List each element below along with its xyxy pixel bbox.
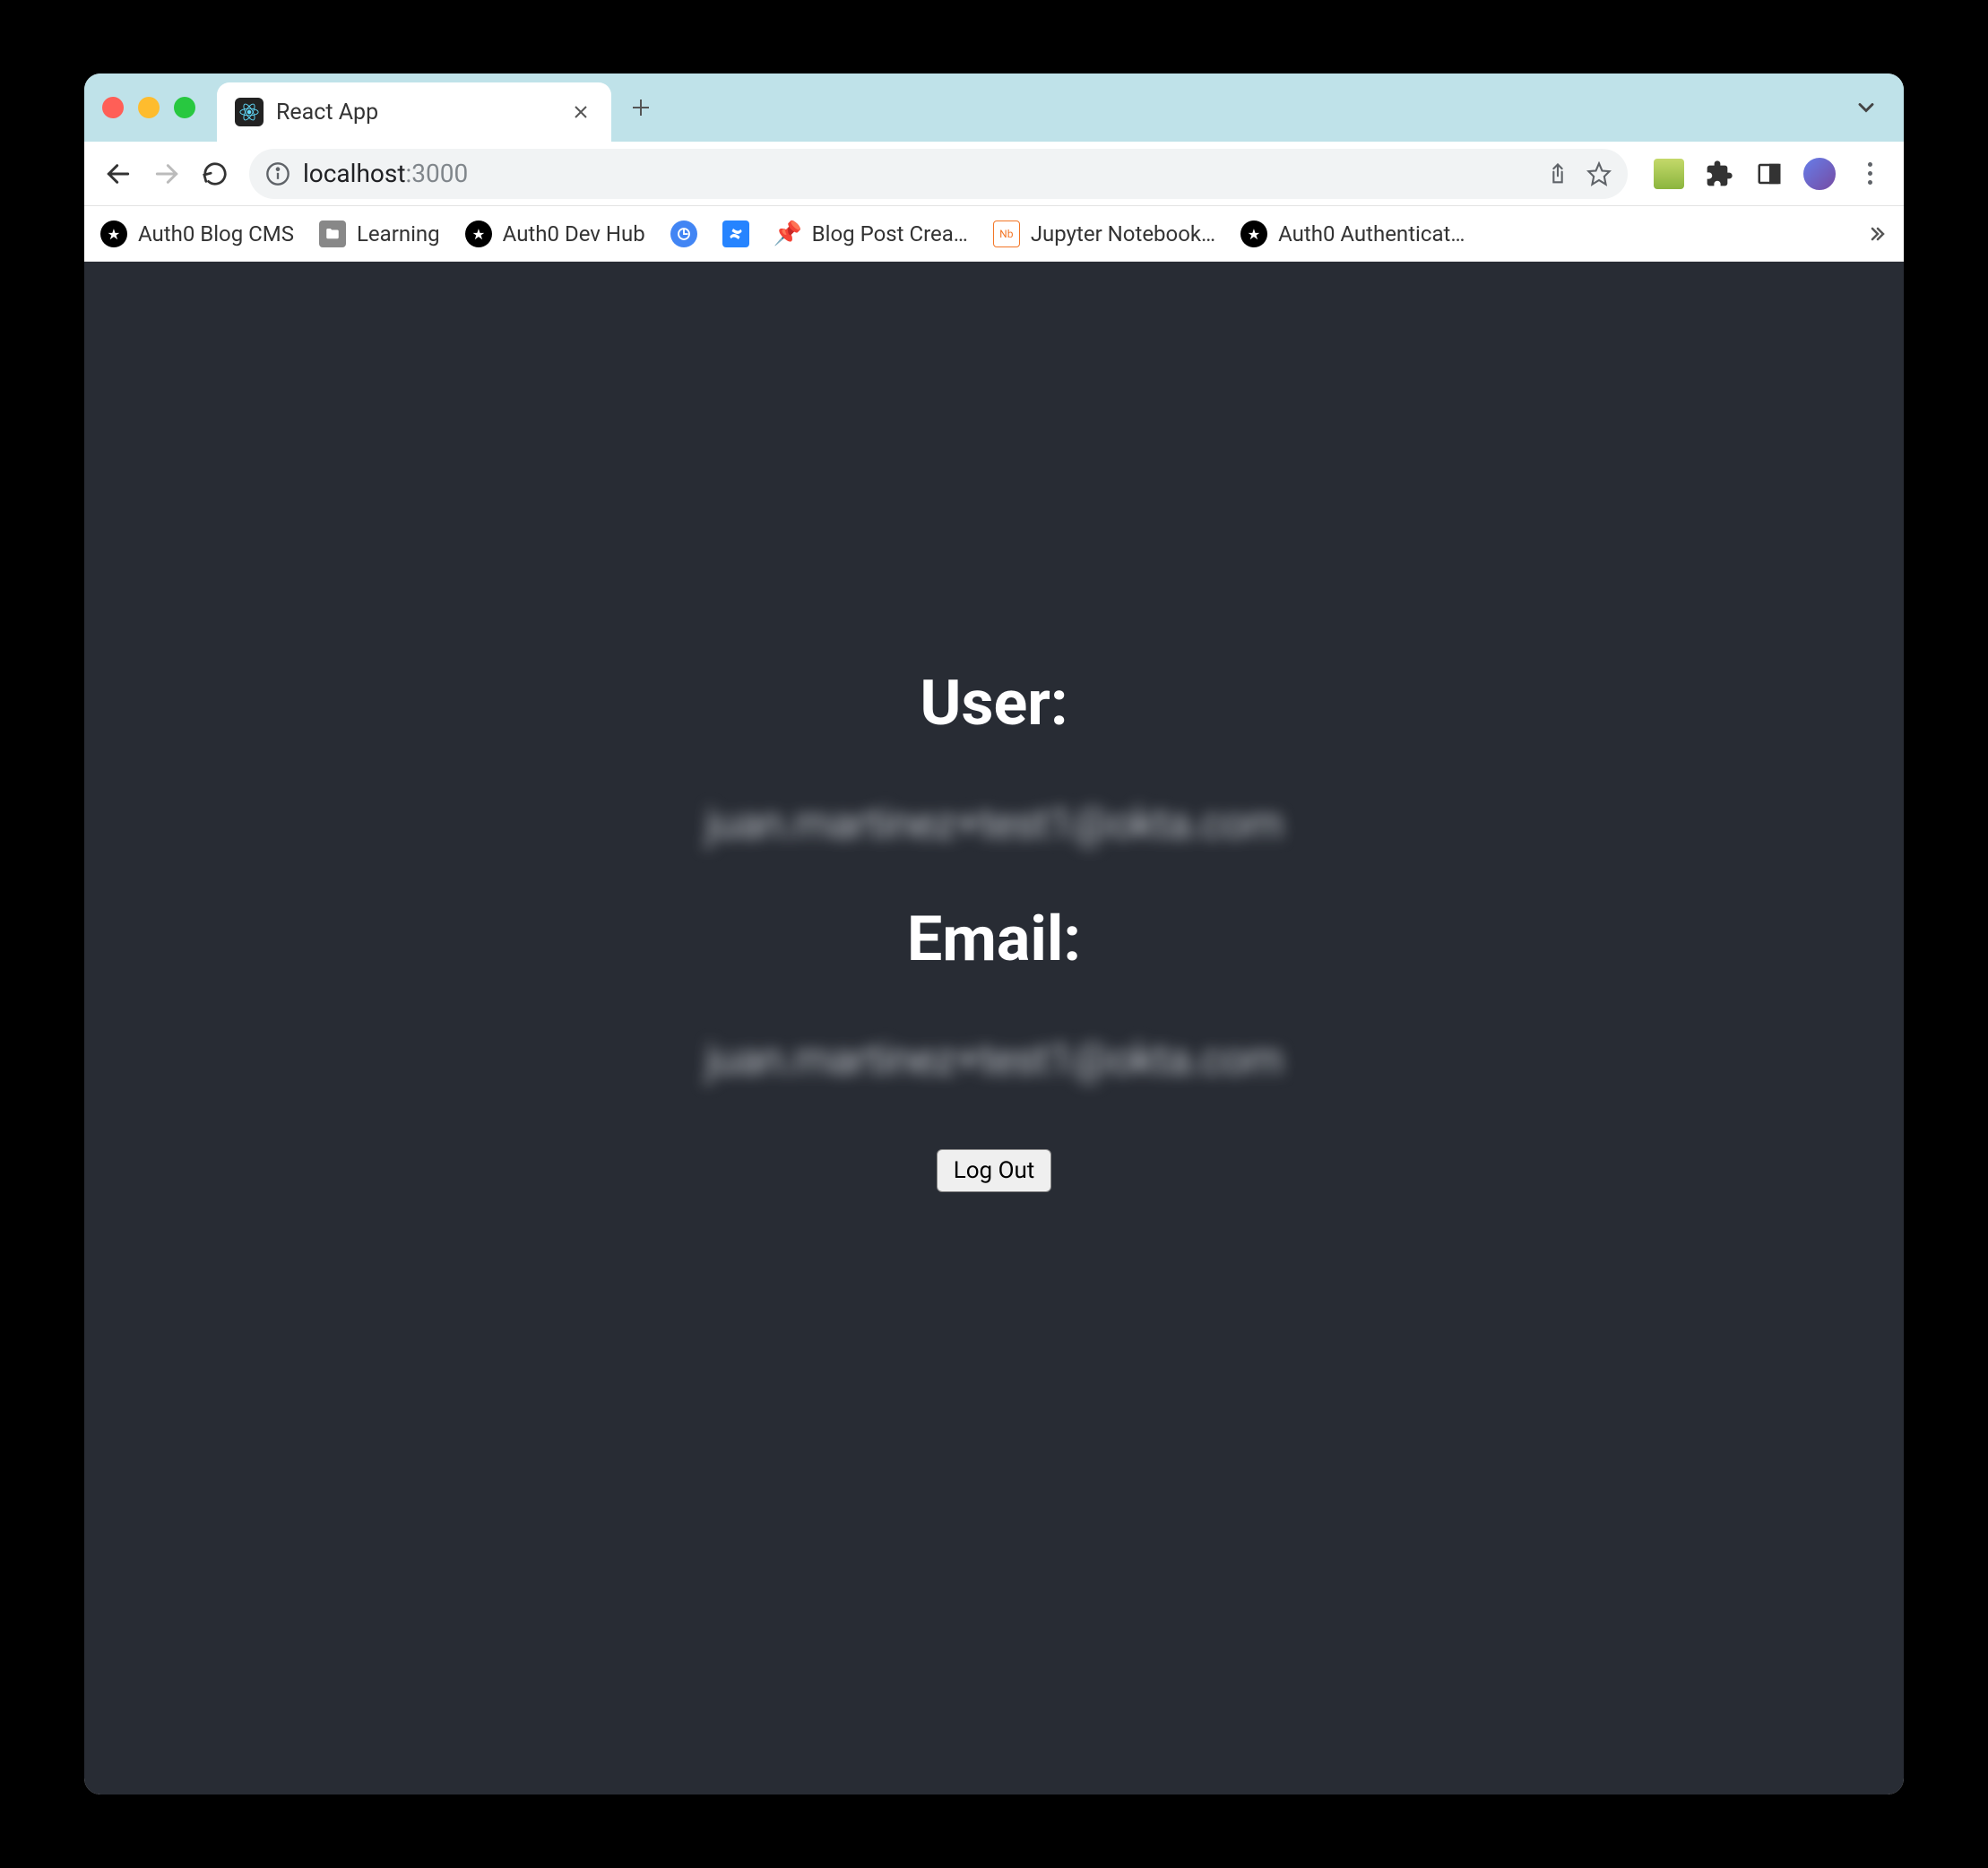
- page-content: User: juan.martinez+test1@okta.com Email…: [84, 262, 1904, 1794]
- bookmark-label: Auth0 Authenticat…: [1278, 221, 1465, 246]
- auth0-icon: [1240, 221, 1267, 247]
- bookmark-icon-only-2[interactable]: [722, 221, 749, 247]
- address-bar-row: localhost:3000: [84, 142, 1904, 206]
- share-icon[interactable]: [1545, 161, 1570, 186]
- url-port: :3000: [405, 159, 468, 188]
- minimize-window-button[interactable]: [138, 97, 160, 118]
- address-actions: [1545, 161, 1612, 186]
- bookmark-auth0-blog-cms[interactable]: Auth0 Blog CMS: [100, 221, 294, 247]
- auth0-icon: [465, 221, 492, 247]
- confluence-icon: [722, 221, 749, 247]
- address-bar[interactable]: localhost:3000: [249, 149, 1628, 199]
- profile-block: User: juan.martinez+test1@okta.com Email…: [705, 667, 1283, 1192]
- browser-tab[interactable]: React App: [217, 82, 611, 142]
- star-icon[interactable]: [1586, 161, 1612, 186]
- new-tab-button[interactable]: [629, 96, 653, 119]
- url-text: localhost:3000: [303, 159, 1533, 188]
- back-button[interactable]: [97, 152, 140, 195]
- site-info-icon[interactable]: [265, 161, 290, 186]
- close-tab-button[interactable]: [568, 103, 593, 121]
- bookmark-label: Auth0 Blog CMS: [138, 221, 294, 246]
- extension-icon-1[interactable]: [1647, 152, 1690, 195]
- chrome-menu-button[interactable]: [1848, 152, 1891, 195]
- auth0-icon: [100, 221, 127, 247]
- profile-avatar[interactable]: [1798, 152, 1841, 195]
- tab-list-button[interactable]: [1854, 95, 1879, 120]
- toolbar-icons: [1647, 152, 1891, 195]
- jupyter-icon: Nb: [993, 221, 1020, 247]
- bookmark-icon-only-1[interactable]: [670, 221, 697, 247]
- bookmarks-bar: Auth0 Blog CMS Learning Auth0 Dev Hub 📌: [84, 206, 1904, 262]
- email-label: Email:: [705, 903, 1283, 976]
- tab-title: React App: [276, 99, 556, 125]
- tab-bar: React App: [84, 74, 1904, 142]
- email-value: juan.martinez+test1@okta.com: [705, 1033, 1283, 1085]
- react-favicon-icon: [235, 98, 264, 126]
- bookmark-auth0-dev-hub[interactable]: Auth0 Dev Hub: [465, 221, 645, 247]
- bookmark-label: Blog Post Crea…: [812, 221, 968, 246]
- user-label: User:: [705, 667, 1283, 740]
- logout-button[interactable]: Log Out: [937, 1149, 1052, 1192]
- bookmark-label: Auth0 Dev Hub: [503, 221, 645, 246]
- browser-window: React App: [84, 74, 1904, 1794]
- close-window-button[interactable]: [102, 97, 124, 118]
- maximize-window-button[interactable]: [174, 97, 195, 118]
- bookmark-blog-post[interactable]: 📌 Blog Post Crea…: [774, 221, 968, 247]
- pushpin-icon: 📌: [774, 221, 801, 247]
- folder-icon: [319, 221, 346, 247]
- bookmarks-overflow-button[interactable]: [1866, 223, 1888, 245]
- bookmark-label: Learning: [357, 221, 440, 246]
- panel-button[interactable]: [1748, 152, 1791, 195]
- bookmark-learning[interactable]: Learning: [319, 221, 440, 247]
- bookmark-label: Jupyter Notebook…: [1031, 221, 1215, 246]
- window-controls: [102, 97, 195, 118]
- bookmark-jupyter[interactable]: Nb Jupyter Notebook…: [993, 221, 1215, 247]
- extensions-button[interactable]: [1698, 152, 1741, 195]
- user-value: juan.martinez+test1@okta.com: [705, 798, 1283, 849]
- forward-button[interactable]: [145, 152, 188, 195]
- url-host: localhost: [303, 159, 405, 188]
- reload-button[interactable]: [194, 152, 237, 195]
- circle-icon: [670, 221, 697, 247]
- bookmark-auth0-authenticat[interactable]: Auth0 Authenticat…: [1240, 221, 1465, 247]
